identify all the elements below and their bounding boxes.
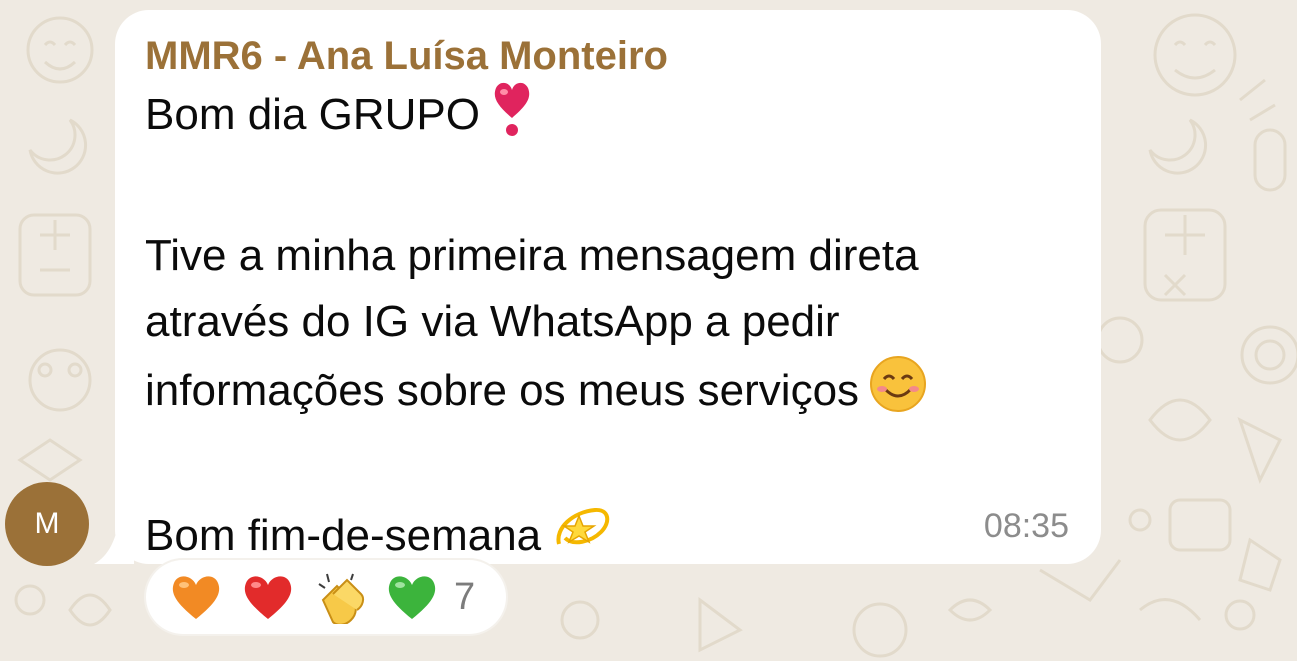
message-text-5: Bom fim-de-semana [145, 511, 542, 561]
reactions-pill[interactable]: 7 [146, 560, 506, 634]
clapping-hands-icon [312, 569, 368, 625]
message-line-1: Bom dia GRUPO [145, 78, 1071, 157]
avatar-initial: M [34, 507, 60, 540]
dizzy-star-icon [551, 498, 613, 579]
smiling-face-icon [869, 355, 927, 432]
message-line-4: informações sobre os meus serviços [145, 355, 1071, 432]
message-line-3: através do IG via WhatsApp a pedir [145, 297, 840, 346]
sender-name[interactable]: MMR6 - Ana Luísa Monteiro [145, 34, 1071, 78]
orange-heart-icon [168, 569, 224, 625]
message-line-2: Tive a minha primeira mensagem direta [145, 231, 919, 280]
message-timestamp: 08:35 [983, 507, 1069, 545]
message-bubble[interactable]: MMR6 - Ana Luísa Monteiro Bom dia GRUPO … [115, 10, 1101, 564]
message-text-4: informações sobre os meus serviços [145, 366, 860, 416]
message-text-1: Bom dia GRUPO [145, 90, 480, 140]
heavy-exclamation-heart-icon [490, 78, 534, 157]
sender-avatar[interactable]: M [5, 482, 89, 566]
green-heart-icon [384, 569, 440, 625]
reaction-count: 7 [454, 575, 476, 618]
red-heart-icon [240, 569, 296, 625]
